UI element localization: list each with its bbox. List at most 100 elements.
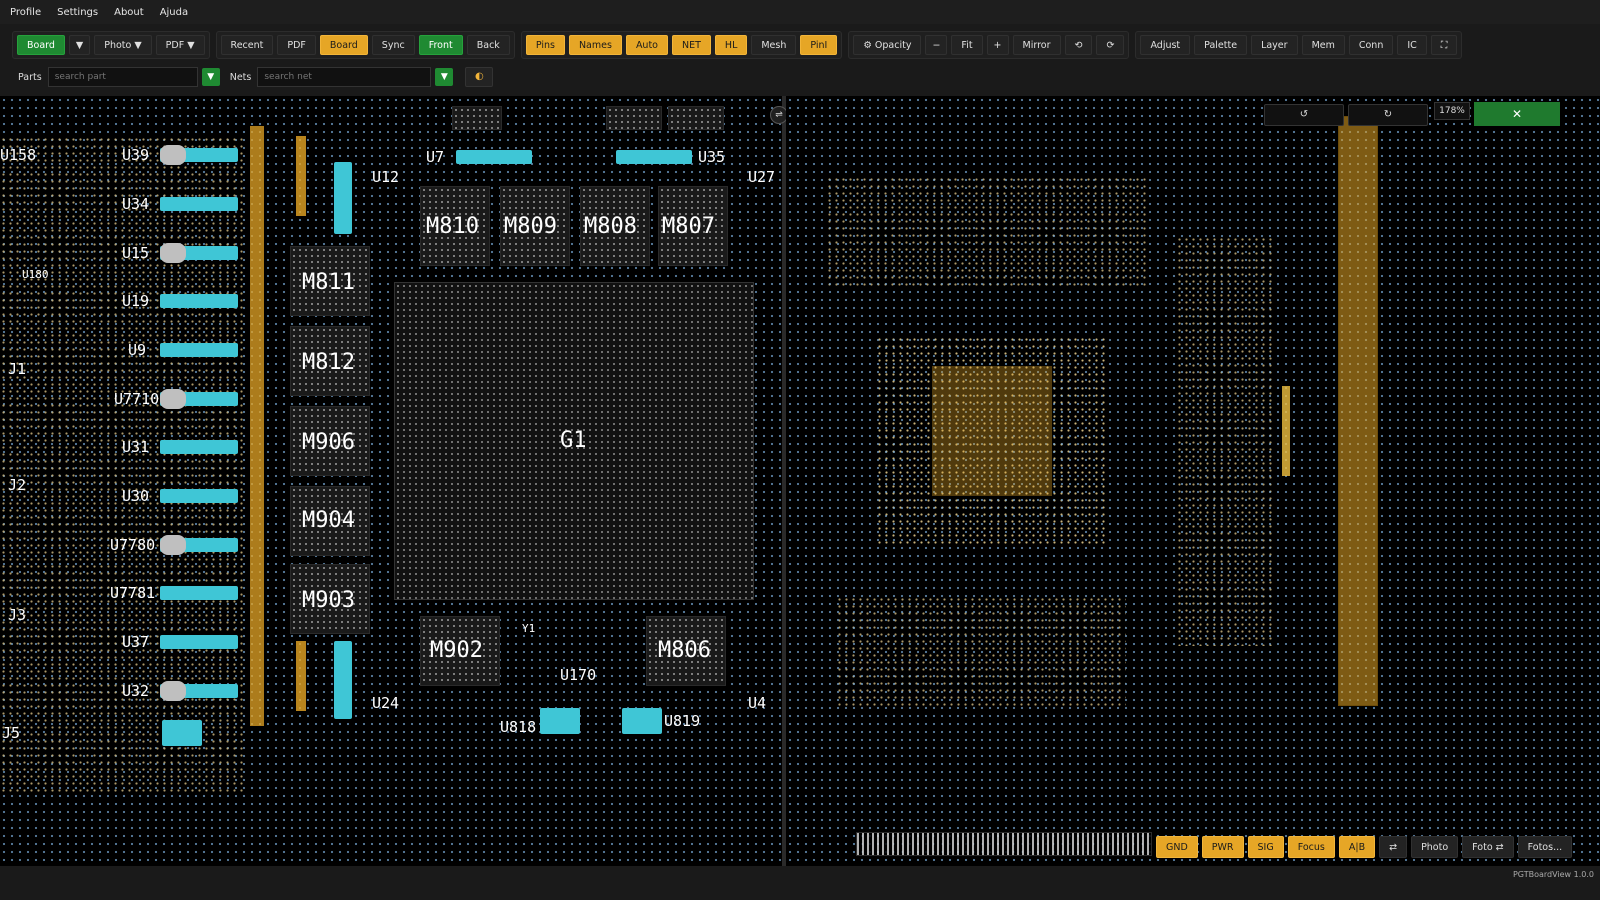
adjust-button[interactable]: Adjust [1140,35,1191,55]
menu-profile[interactable]: Profile [10,7,41,18]
opacity-button[interactable]: ⚙ Opacity [853,35,922,55]
board-toggle-button[interactable]: Board [319,35,368,55]
board-button[interactable]: Board [17,35,65,55]
search-bar: Parts ▼ Nets ▼ ◐ [0,66,494,88]
inductor [160,243,186,263]
ref-u7781: U7781 [110,584,156,602]
inductor [160,535,186,555]
ref-u24: U24 [372,694,400,712]
rotate-left-button[interactable]: ↺ [1264,104,1344,126]
inductor-vertical [334,641,352,719]
foto-swap-button[interactable]: Foto ⇄ [1462,836,1514,858]
sync-button[interactable]: Sync [371,35,415,55]
gnd-button[interactable]: GND [1156,836,1198,858]
names-button[interactable]: Names [568,35,622,55]
hl-button[interactable]: HL [714,35,748,55]
board-traces [786,96,1600,866]
ref-u4: U4 [748,694,767,712]
ab-button[interactable]: A|B [1338,836,1376,858]
capacitor [160,294,238,308]
pdf-button[interactable]: PDF [277,35,316,55]
zoom-out-button[interactable]: − [925,35,948,55]
mesh-button[interactable]: Mesh [751,35,797,55]
memory-label-m807: M807 [662,214,715,239]
inductor [622,708,662,734]
capacitor [160,489,238,503]
ic-button[interactable]: IC [1397,35,1427,55]
ref-u180: U180 [22,268,49,281]
memory-label-m810: M810 [426,214,479,239]
capacitor [160,197,238,211]
zoom-level: 178% [1434,102,1470,120]
close-view-button[interactable]: ✕ [1474,102,1560,126]
conn-button[interactable]: Conn [1348,35,1394,55]
memory-label-m812: M812 [302,350,355,375]
small-ic [452,106,502,130]
capacitor [456,150,532,164]
pwr-button[interactable]: PWR [1201,836,1244,858]
board-view-front[interactable]: M810 M809 M808 M807 M811 M812 M906 M904 … [0,96,782,866]
photo-dropdown-button[interactable]: Photo ▼ [94,35,152,55]
parts-dropdown-button[interactable]: ▼ [201,68,220,86]
board-dropdown-button[interactable]: ▼ [68,35,91,55]
rotate-right-button[interactable]: ↻ [1348,104,1428,126]
ref-u818: U818 [500,718,537,736]
pdf-dropdown-button[interactable]: PDF ▼ [155,35,205,55]
zoom-in-button[interactable]: + [986,35,1009,55]
inductor [160,389,186,409]
memory-label-m906: M906 [302,430,355,455]
net-button[interactable]: NET [672,35,711,55]
fit-button[interactable]: Fit [951,35,983,55]
ref-u32: U32 [122,682,150,700]
front-button[interactable]: Front [418,35,463,55]
layer-button[interactable]: Layer [1251,35,1298,55]
connector-j3: J3 [8,606,27,624]
ref-y1: Y1 [522,622,536,635]
photo-button[interactable]: Photo [1411,836,1459,858]
parts-search-input[interactable] [47,67,198,87]
board-view-back[interactable]: ↺ ↻ [786,96,1600,866]
memory-label-m811: M811 [302,270,355,295]
ref-u7710: U7710 [114,390,160,408]
mem-button[interactable]: Mem [1301,35,1345,55]
auto-button[interactable]: Auto [625,35,668,55]
ref-u19: U19 [122,292,150,310]
pins-button[interactable]: Pins [525,35,565,55]
nets-search-input[interactable] [257,67,432,87]
edge-connector [856,832,1152,856]
swap-button[interactable]: ⇄ [1379,836,1408,858]
memory-label-m808: M808 [584,214,637,239]
ref-u31: U31 [122,438,150,456]
capacitor [160,586,238,600]
menu-ajuda[interactable]: Ajuda [160,7,188,18]
connector-j2: J2 [8,476,27,494]
nets-dropdown-button[interactable]: ▼ [435,68,454,86]
memory-label-m809: M809 [504,214,557,239]
menu-settings[interactable]: Settings [57,7,98,18]
menu-about[interactable]: About [114,7,144,18]
ref-u34: U34 [122,195,150,213]
ref-u7780: U7780 [110,536,156,554]
palette-button[interactable]: Palette [1194,35,1248,55]
small-ic [606,106,662,130]
mirror-button[interactable]: Mirror [1012,35,1061,55]
focus-button[interactable]: Focus [1287,836,1335,858]
connector-j1: J1 [8,360,27,378]
theme-toggle-icon[interactable]: ◐ [465,67,494,87]
ref-u819: U819 [664,712,701,730]
rotate-ccw-button[interactable]: ⟲ [1064,35,1093,55]
rotate-cw-button[interactable]: ⟳ [1096,35,1125,55]
connector-j5: J5 [2,724,21,742]
ref-u9: U9 [128,341,147,359]
fotos-button[interactable]: Fotos... [1517,836,1573,858]
toolbar-group-tools: Adjust Palette Layer Mem Conn IC ⛶ [1135,31,1463,59]
sig-button[interactable]: SIG [1247,836,1284,858]
back-button[interactable]: Back [466,35,510,55]
pini-button[interactable]: PinI [800,35,838,55]
recent-button[interactable]: Recent [220,35,274,55]
status-version: PGTBoardView 1.0.0 [1512,870,1594,879]
inductor [160,681,186,701]
fullscreen-button[interactable]: ⛶ [1430,35,1458,55]
capacitor-column [296,136,306,216]
bottom-toolbar: GND PWR SIG Focus A|B ⇄ Photo Foto ⇄ Fot… [1156,836,1573,858]
